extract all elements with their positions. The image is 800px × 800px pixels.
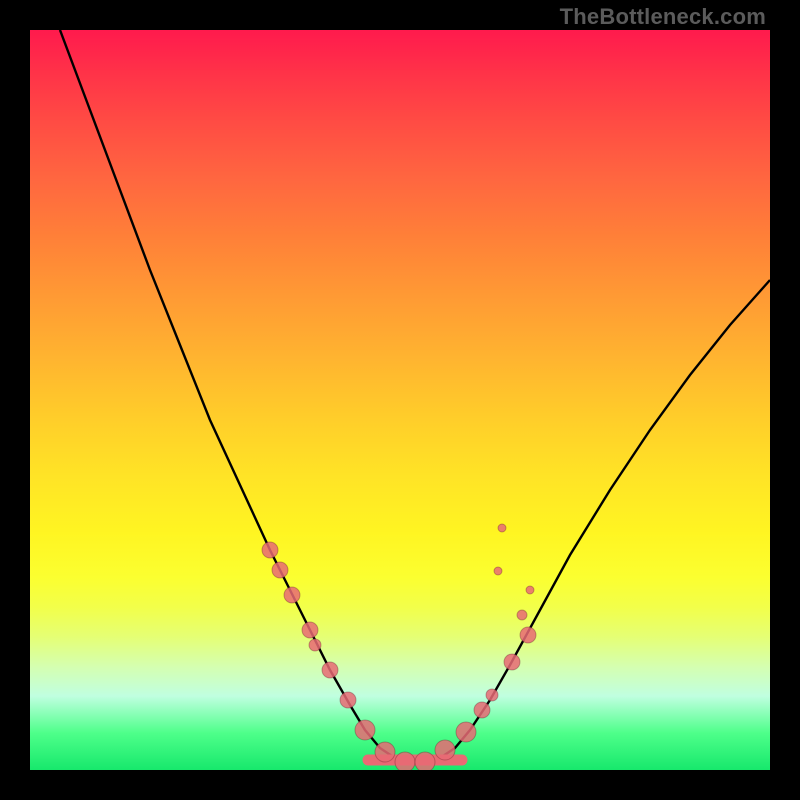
data-marker <box>456 722 476 742</box>
data-marker <box>415 752 435 770</box>
data-marker <box>322 662 338 678</box>
data-marker <box>486 689 498 701</box>
curve-svg <box>30 30 770 770</box>
main-curve-path <box>60 30 770 762</box>
data-marker <box>262 542 278 558</box>
data-marker <box>498 524 506 532</box>
data-marker <box>526 586 534 594</box>
data-marker <box>520 627 536 643</box>
watermark-text: TheBottleneck.com <box>560 4 766 30</box>
data-marker <box>309 639 321 651</box>
data-marker <box>284 587 300 603</box>
data-marker <box>375 742 395 762</box>
data-marker <box>302 622 318 638</box>
data-marker <box>474 702 490 718</box>
data-marker <box>494 567 502 575</box>
markers-group <box>262 524 536 770</box>
chart-frame: TheBottleneck.com <box>0 0 800 800</box>
plot-area <box>30 30 770 770</box>
data-marker <box>355 720 375 740</box>
data-marker <box>517 610 527 620</box>
data-marker <box>435 740 455 760</box>
data-marker <box>340 692 356 708</box>
data-marker <box>504 654 520 670</box>
data-marker <box>395 752 415 770</box>
data-marker <box>272 562 288 578</box>
